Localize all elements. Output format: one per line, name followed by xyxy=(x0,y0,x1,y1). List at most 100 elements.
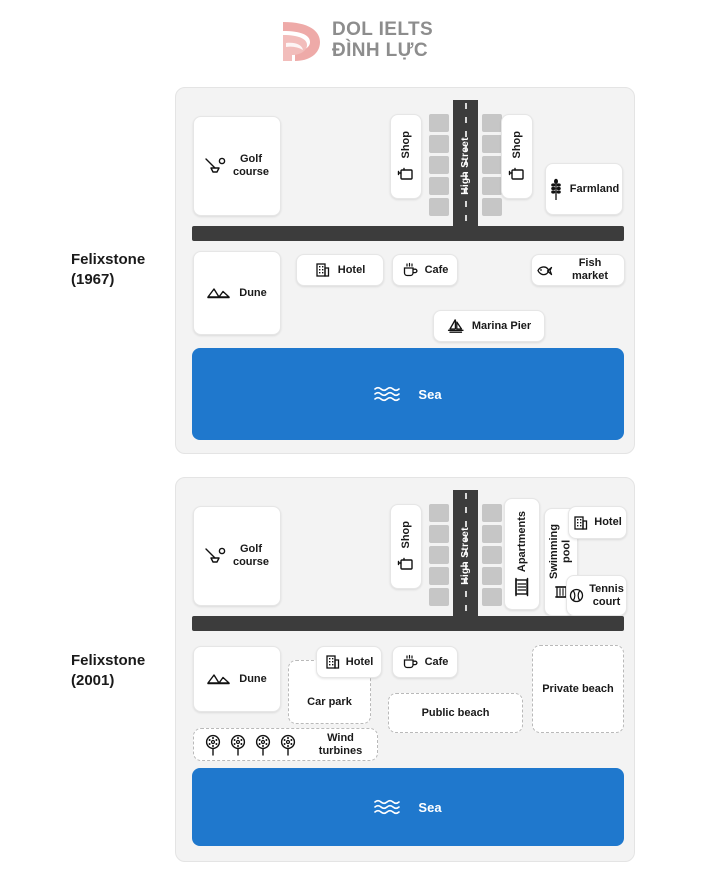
feature-label-farmland: Farmland xyxy=(569,182,620,195)
feature-cafe[interactable]: Cafe xyxy=(392,254,458,286)
building-block xyxy=(482,135,502,153)
building-block xyxy=(429,546,449,564)
feature-label-hotel: Hotel xyxy=(337,263,366,276)
high-street-road-vertical: High Street xyxy=(453,490,478,621)
high-street-label: High Street xyxy=(460,136,471,195)
golf-club-icon xyxy=(205,157,226,173)
coastal-road-horizontal xyxy=(192,616,624,631)
building-block xyxy=(429,177,449,195)
wind-turbine-icon xyxy=(205,734,221,756)
shopping-bag-icon xyxy=(508,168,524,180)
feature-label-shop-left: Shop xyxy=(399,130,412,159)
feature-shop-right[interactable]: Shop xyxy=(501,114,533,199)
fish-icon xyxy=(537,265,553,275)
feature-label-car-park: Car park xyxy=(307,696,352,709)
map-1967: Golf course Shop High Street Shop Farmla… xyxy=(175,87,635,454)
golf-club-icon xyxy=(205,547,226,563)
feature-shop-left[interactable]: Shop xyxy=(390,114,422,199)
feature-hotel-mid[interactable]: Hotel xyxy=(316,646,382,678)
feature-cafe[interactable]: Cafe xyxy=(392,646,458,678)
shopping-bag-icon xyxy=(397,558,413,570)
brand-line-1: DOL IELTS xyxy=(331,19,434,41)
building-block xyxy=(429,114,449,132)
feature-label-apartments: Apartments xyxy=(515,511,528,573)
feature-label-shop-left: Shop xyxy=(399,520,412,549)
shopping-bag-icon xyxy=(397,168,413,180)
building-block xyxy=(429,504,449,522)
feature-label-cafe: Cafe xyxy=(424,655,449,668)
mountain-icon xyxy=(207,674,230,685)
feature-label-hotel-mid: Hotel xyxy=(345,655,374,668)
sea-label-2001: Sea xyxy=(418,799,442,815)
feature-label-dune: Dune xyxy=(239,286,267,299)
wheat-icon xyxy=(550,178,561,200)
map-label-2001: Felixstone (2001) xyxy=(71,652,146,690)
building-icon xyxy=(316,263,329,277)
building-block xyxy=(482,114,502,132)
building-block xyxy=(482,177,502,195)
building-block xyxy=(429,156,449,174)
feature-shop-left[interactable]: Shop xyxy=(390,504,422,589)
feature-label-hotel-top: Hotel xyxy=(594,516,622,529)
building-block xyxy=(429,567,449,585)
building-block xyxy=(429,588,449,606)
mountain-icon xyxy=(207,288,230,299)
coastal-road-horizontal xyxy=(192,226,624,241)
sea-area-2001: Sea xyxy=(192,768,624,846)
feature-label-tennis-court: Tennis court xyxy=(589,582,624,608)
feature-label-fish-market: Fish market xyxy=(571,257,609,282)
feature-dune[interactable]: Dune xyxy=(193,251,281,335)
building-block xyxy=(482,198,502,216)
high-street-label: High Street xyxy=(460,526,471,585)
brand-text: DOL IELTS ĐÌNH LỰC xyxy=(332,20,433,61)
coffee-cup-icon xyxy=(403,262,418,277)
high-street-road-vertical: High Street xyxy=(453,100,478,231)
building-icon xyxy=(326,655,339,669)
feature-apartments[interactable]: Apartments xyxy=(504,498,540,610)
building-block xyxy=(429,135,449,153)
brand-logo: DOL IELTS ĐÌNH LỰC xyxy=(0,18,712,64)
building-block xyxy=(482,156,502,174)
building-icon xyxy=(574,515,588,530)
feature-hotel-top[interactable]: Hotel xyxy=(568,506,627,539)
building-block xyxy=(482,567,502,585)
feature-marina-pier[interactable]: Marina Pier xyxy=(433,310,545,342)
feature-label-private-beach: Private beach xyxy=(542,682,614,695)
map-label-1967: Felixstone (1967) xyxy=(71,251,146,289)
sea-area-1967: Sea xyxy=(192,348,624,440)
map-2001: Golf course Shop High Street Apartments … xyxy=(175,477,635,862)
page-root: DOL IELTS ĐÌNH LỰC Felixstone (1967) Gol… xyxy=(0,0,712,890)
feature-label-golf-course: Golf course xyxy=(232,153,270,178)
apartment-icon xyxy=(515,577,529,596)
brand-line-2: ĐÌNH LỰC xyxy=(331,40,428,61)
tennis-ball-icon xyxy=(570,588,584,603)
feature-hotel[interactable]: Hotel xyxy=(296,254,384,286)
feature-farmland[interactable]: Farmland xyxy=(545,163,623,215)
sea-label-1967: Sea xyxy=(418,386,442,402)
building-block xyxy=(482,504,502,522)
feature-fish-market[interactable]: Fish market xyxy=(531,254,625,286)
feature-label-cafe: Cafe xyxy=(424,263,449,276)
wind-turbine-icon xyxy=(280,734,296,756)
feature-wind-turbines[interactable]: Wind turbines xyxy=(193,728,378,761)
building-block xyxy=(482,525,502,543)
feature-golf-course[interactable]: Golf course xyxy=(193,116,281,216)
waves-icon xyxy=(374,386,401,402)
feature-label-dune: Dune xyxy=(239,672,267,685)
feature-label-wind-turbines: Wind turbines xyxy=(318,731,363,757)
wind-turbine-icon xyxy=(255,734,271,756)
dol-leaf-logo-icon xyxy=(282,22,320,61)
building-block xyxy=(429,198,449,216)
coffee-cup-icon xyxy=(403,654,418,669)
building-block xyxy=(482,588,502,606)
feature-tennis-court[interactable]: Tennis court xyxy=(566,575,627,616)
building-block xyxy=(429,525,449,543)
feature-label-public-beach: Public beach xyxy=(421,706,490,719)
building-block xyxy=(482,546,502,564)
feature-label-marina-pier: Marina Pier xyxy=(471,319,532,332)
feature-public-beach[interactable]: Public beach xyxy=(388,693,523,733)
feature-dune[interactable]: Dune xyxy=(193,646,281,712)
feature-private-beach[interactable]: Private beach xyxy=(532,645,624,733)
feature-label-golf-course: Golf course xyxy=(232,543,270,568)
feature-golf-course[interactable]: Golf course xyxy=(193,506,281,606)
